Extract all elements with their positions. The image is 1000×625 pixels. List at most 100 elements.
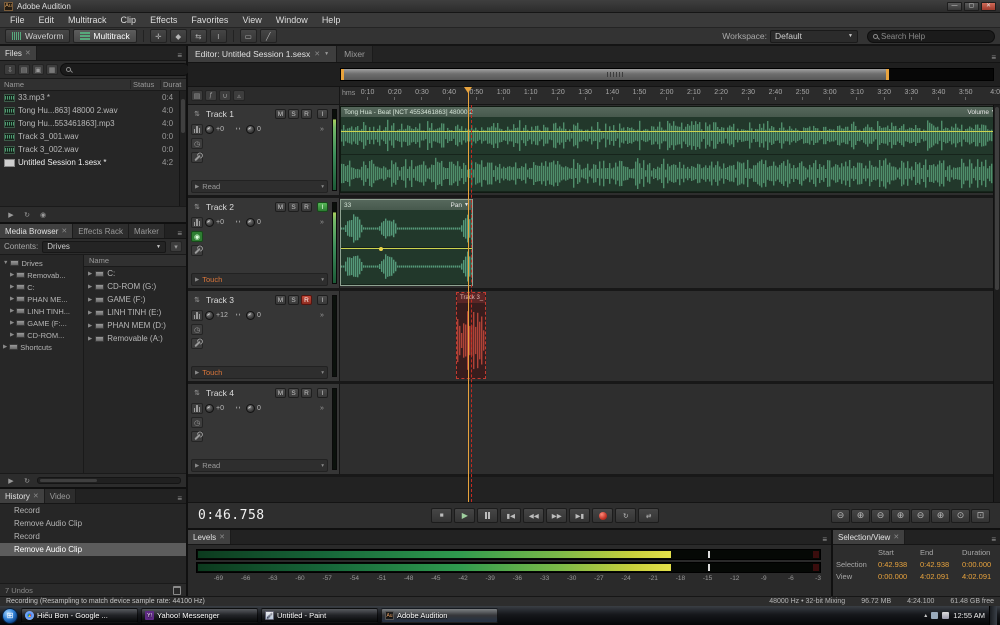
drive-row[interactable]: ▶ PHAN MEM (D:) (84, 319, 186, 332)
files-search-box[interactable] (60, 63, 190, 76)
track-lane[interactable] (340, 384, 1000, 474)
mixer-icon[interactable] (191, 310, 203, 321)
audio-clip[interactable]: 33 Pan▼ (340, 199, 473, 286)
file-row[interactable]: Tong Hu...553461863].mp3 4:0 (0, 117, 186, 130)
column-status[interactable]: Status (130, 80, 160, 89)
selection-duration[interactable]: 0:00.000 (962, 560, 1000, 569)
record-arm-button[interactable]: R (301, 295, 312, 305)
expand-icon[interactable]: ▶ (88, 336, 92, 342)
tree-item[interactable]: ▶ C: (0, 281, 83, 293)
pan-knob[interactable] (246, 311, 255, 320)
time-display[interactable]: 0:46.758 (198, 508, 265, 523)
envelope-selector[interactable]: Pan▼ (450, 202, 469, 209)
monitor-input-button[interactable]: I (317, 202, 328, 212)
skip-selection-button[interactable]: ⇄ (638, 508, 659, 523)
metronome-icon[interactable]: ▵ (233, 90, 245, 101)
waveform-view-button[interactable]: Waveform (5, 29, 70, 43)
file-row[interactable]: Track 3_002.wav 0:0 (0, 143, 186, 156)
stop-button[interactable]: ■ (431, 508, 452, 523)
wrench-icon[interactable] (191, 152, 203, 163)
slip-tool-button[interactable]: ⇆ (190, 29, 207, 43)
razor-tool-button[interactable]: ◆ (170, 29, 187, 43)
monitor-input-button[interactable]: I (317, 295, 328, 305)
rewind-button[interactable]: ◀◀ (523, 508, 544, 523)
show-desktop-button[interactable] (989, 606, 997, 625)
taskbar-item-paint[interactable]: 🖌 Untitled - Paint (261, 608, 378, 623)
volume-knob[interactable] (205, 125, 214, 134)
automation-mode[interactable]: Touch (202, 275, 222, 284)
chevron-down-icon[interactable]: ▾ (321, 184, 324, 190)
zoom-in-vertical-button[interactable]: ⊕ (931, 509, 950, 523)
expand-icon[interactable]: ▶ (10, 284, 14, 290)
minimize-button[interactable]: — (947, 2, 962, 11)
search-help-box[interactable] (867, 30, 995, 43)
view-duration[interactable]: 4:02.091 (962, 572, 1000, 581)
volume-envelope-line[interactable] (341, 131, 999, 132)
history-item[interactable]: Remove Audio Clip (0, 543, 186, 556)
automation-mode[interactable]: Read (202, 182, 220, 191)
tab-files[interactable]: Files ✕ (0, 46, 37, 60)
zoom-in-button[interactable]: ⊕ (851, 509, 870, 523)
audio-clip[interactable]: Tong Hua - Beat [NCT 4553461863] 48000 2… (340, 106, 1000, 193)
envelope-keyframe[interactable] (379, 247, 383, 251)
files-search-input[interactable] (74, 65, 184, 74)
column-duration[interactable]: Durat (160, 80, 186, 89)
expand-icon[interactable]: ▶ (10, 272, 14, 278)
playhead[interactable] (468, 87, 469, 502)
chevron-down-icon[interactable]: ▾ (321, 277, 324, 283)
tree-item[interactable]: ▶ CD-ROM... (0, 329, 83, 341)
track-lane[interactable]: 33 Pan▼ (340, 198, 1000, 288)
time-selection-tool-button[interactable]: I (210, 29, 227, 43)
pan-envelope-line[interactable] (341, 248, 472, 249)
menu-item[interactable]: Effects (143, 14, 184, 26)
tree-item[interactable]: ▶ GAME (F:... (0, 317, 83, 329)
drive-row[interactable]: ▶ GAME (F:) (84, 293, 186, 306)
taskbar-item-chrome[interactable]: Hiếu Bơn - Google ... (21, 608, 138, 623)
solo-button[interactable]: S (288, 202, 299, 212)
maximize-button[interactable]: ▢ (964, 2, 979, 11)
chevron-down-icon[interactable]: ▾ (321, 463, 324, 469)
expand-icon[interactable]: ▶ (88, 271, 92, 277)
menu-item[interactable]: Multitrack (61, 14, 114, 26)
snap-icon[interactable]: ∪ (219, 90, 231, 101)
delete-file-button[interactable]: ▦ (46, 64, 58, 75)
more-icon[interactable]: » (316, 124, 328, 135)
tab-mixer[interactable]: Mixer (337, 46, 373, 62)
close-icon[interactable]: ✕ (219, 533, 225, 541)
menu-item[interactable]: View (235, 14, 268, 26)
grid-icon[interactable]: ▤ (191, 90, 203, 101)
mute-button[interactable]: M (275, 109, 286, 119)
expand-icon[interactable]: ▶ (195, 463, 199, 469)
zoom-scroll-handle[interactable] (341, 69, 889, 80)
tree-item-drives[interactable]: ▼ Drives (0, 257, 83, 269)
monitor-active-icon[interactable]: ◉ (191, 231, 203, 242)
wrench-icon[interactable] (191, 338, 203, 349)
more-icon[interactable]: » (316, 217, 328, 228)
menu-item[interactable]: Window (269, 14, 315, 26)
expand-icon[interactable]: ▶ (10, 320, 14, 326)
track-header[interactable]: ⇅ Track 3 M S R I +12 (188, 291, 340, 381)
zoom-out-vertical-button[interactable]: ⊖ (911, 509, 930, 523)
track-header[interactable]: ⇅ Track 2 M S R I +0 (188, 198, 340, 288)
pencil-tool-button[interactable]: ╱ (260, 29, 277, 43)
close-icon[interactable]: ✕ (893, 533, 899, 541)
record-arm-button[interactable]: R (301, 202, 312, 212)
clock[interactable]: 12:55 AM (953, 611, 985, 620)
tree-item-shortcuts[interactable]: ▶ Shortcuts (0, 341, 83, 353)
track-name[interactable]: Track 3 (206, 295, 234, 305)
tab-selection-view[interactable]: Selection/View ✕ (833, 530, 905, 544)
record-button[interactable] (592, 508, 613, 523)
zoom-to-selection-button[interactable]: ⊙ (951, 509, 970, 523)
files-scrollbar[interactable] (179, 91, 186, 206)
taskbar-item-audition[interactable]: Au Adobe Audition (381, 608, 498, 623)
close-icon[interactable]: ✕ (61, 227, 67, 235)
close-icon[interactable]: ✕ (33, 492, 39, 500)
file-row[interactable]: 33.mp3 * 0:4 (0, 91, 186, 104)
track-header[interactable]: ⇅ Track 1 M S R I +0 (188, 105, 340, 195)
timeline-ruler[interactable]: hms 0:100:200:300:400:501:001:101:201:30… (340, 87, 1000, 104)
tree-item[interactable]: ▶ LINH TINH... (0, 305, 83, 317)
panel-menu-icon[interactable]: ≡ (173, 229, 186, 238)
history-item[interactable]: Remove Audio Clip (0, 517, 186, 530)
monitor-input-button[interactable]: I (317, 109, 328, 119)
track-header[interactable]: ⇅ Track 4 M S R I +0 (188, 384, 340, 474)
